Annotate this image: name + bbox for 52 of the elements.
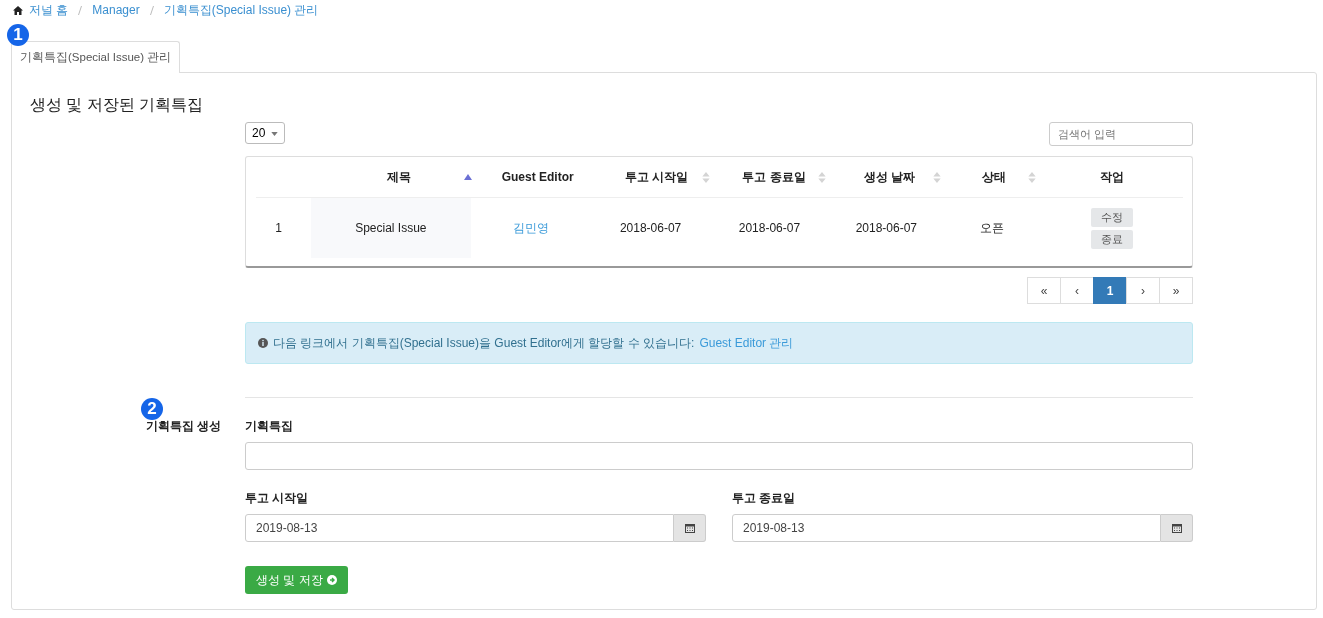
sort-icon[interactable] (932, 171, 941, 183)
caret-icon (270, 131, 278, 136)
action-button[interactable]: 수정 (1090, 207, 1133, 227)
sort-icon[interactable] (818, 171, 827, 183)
table-cell: 2018-06-07 (855, 221, 917, 235)
home-icon[interactable] (13, 5, 23, 15)
title-input-field[interactable] (245, 442, 1193, 470)
page-button[interactable]: « (1027, 277, 1061, 304)
info-text: 다음 링크에서 기획특집(Special Issue)을 Guest Editor에게 할당할 수 있습니다: (273, 334, 695, 352)
table-cell: 1 (275, 221, 282, 235)
sort-icon[interactable] (701, 171, 710, 183)
column-header[interactable]: Guest Editor (501, 170, 574, 184)
table-cell: Special Issue (355, 221, 427, 235)
info-icon (258, 338, 268, 348)
slash-separator-icon (78, 5, 83, 15)
section-title: 생성 및 저장된 기획특집 (30, 95, 205, 115)
column-header[interactable]: 투고 시작일 (624, 168, 688, 186)
breadcrumb-link[interactable]: 저널 홈 (29, 1, 69, 19)
page-button[interactable]: 1 (1093, 277, 1127, 304)
page-button[interactable]: ‹ (1060, 277, 1094, 304)
page-button[interactable]: » (1159, 277, 1193, 304)
column-header[interactable]: 작업 (1100, 168, 1125, 186)
section-label: 기획특집 생성 (145, 418, 221, 435)
slash-separator-icon (149, 5, 154, 15)
column-header[interactable]: 상태 (982, 168, 1007, 186)
field-label: 투고 시작일 (245, 490, 310, 507)
calendar-button[interactable] (674, 514, 706, 542)
column-header[interactable]: 생성 날짜 (863, 168, 916, 186)
tab[interactable]: 기획특집(Special Issue) 관리 (11, 41, 181, 73)
column-header[interactable]: 제목 (387, 168, 412, 186)
page-size-select[interactable]: 20 (245, 122, 285, 144)
table-cell: 오픈 (980, 219, 1005, 237)
field-label: 투고 종료일 (732, 490, 797, 507)
column-header[interactable]: 투고 종료일 (742, 168, 806, 186)
action-button[interactable]: 종료 (1090, 229, 1133, 249)
search-field[interactable]: 검색어 입력 (1049, 122, 1193, 146)
page-button[interactable]: › (1126, 277, 1160, 304)
table-cell: 2018-06-07 (619, 221, 682, 235)
calendar-button[interactable] (1161, 514, 1193, 542)
calendar-icon (1171, 523, 1182, 533)
field-label: 기획특집 (245, 418, 294, 435)
sort-ascending-icon[interactable] (464, 174, 473, 180)
date-input-field[interactable]: 2019-08-13 (245, 514, 674, 542)
breadcrumb-link[interactable]: 기획특집(Special Issue) 관리 (163, 1, 319, 19)
sort-icon[interactable] (1027, 171, 1036, 183)
date-input-field[interactable]: 2019-08-13 (732, 514, 1161, 542)
step-marker: 2 (141, 398, 163, 420)
breadcrumb-link[interactable]: Manager (92, 3, 140, 17)
table-cell: 2018-06-07 (738, 221, 801, 235)
step-marker: 1 (7, 24, 29, 46)
calendar-icon (684, 523, 695, 533)
arrow-circle-icon (326, 575, 337, 585)
